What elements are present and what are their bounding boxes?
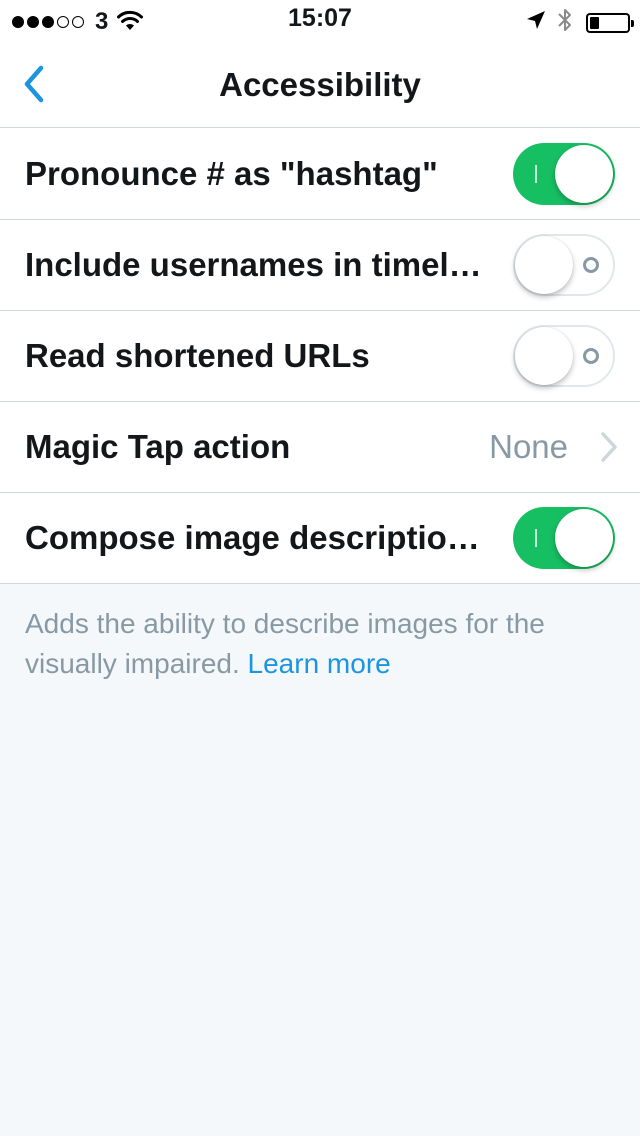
- compose-image-descriptions-toggle[interactable]: [513, 507, 615, 569]
- setting-row-read-shortened-urls[interactable]: Read shortened URLs: [0, 310, 640, 401]
- battery-cap: [631, 19, 634, 27]
- toggle-knob[interactable]: [515, 236, 573, 294]
- setting-row-compose-image-descriptions[interactable]: Compose image descriptions: [0, 492, 640, 583]
- footer-note: Adds the ability to describe images for …: [25, 604, 615, 684]
- status-bar: 3 15:07: [0, 0, 640, 40]
- settings-list: Pronounce # as "hashtag" Include usernam…: [0, 128, 640, 584]
- bluetooth-icon: [558, 8, 572, 37]
- status-icons: [526, 8, 634, 37]
- toggle-off-mark: [583, 257, 599, 273]
- navigation-bar: Accessibility: [0, 40, 640, 128]
- toggle-knob[interactable]: [555, 509, 613, 567]
- setting-row-include-usernames[interactable]: Include usernames in timelines: [0, 219, 640, 310]
- battery-icon: [586, 12, 634, 33]
- page-title: Accessibility: [219, 66, 421, 103]
- include-usernames-toggle[interactable]: [513, 234, 615, 296]
- setting-label: Magic Tap action: [25, 428, 291, 465]
- setting-label: Compose image descriptions: [25, 519, 485, 556]
- setting-row-magic-tap-action[interactable]: Magic Tap action None: [0, 401, 640, 492]
- battery-level: [590, 16, 599, 29]
- toggle-knob[interactable]: [515, 327, 573, 385]
- toggle-on-mark: [535, 529, 537, 547]
- setting-label: Pronounce # as "hashtag": [25, 155, 438, 192]
- chevron-right-icon: [601, 432, 617, 462]
- toggle-knob[interactable]: [555, 145, 613, 203]
- read-shortened-urls-toggle[interactable]: [513, 325, 615, 387]
- toggle-on-mark: [535, 165, 537, 183]
- location-arrow-icon: [526, 10, 546, 35]
- toggle-off-mark: [583, 348, 599, 364]
- setting-row-pronounce-hashtag[interactable]: Pronounce # as "hashtag": [0, 128, 640, 219]
- learn-more-link[interactable]: Learn more: [248, 648, 391, 679]
- setting-label: Read shortened URLs: [25, 337, 370, 374]
- setting-label: Include usernames in timelines: [25, 246, 485, 283]
- pronounce-hashtag-toggle[interactable]: [513, 143, 615, 205]
- magic-tap-value: None: [489, 428, 568, 465]
